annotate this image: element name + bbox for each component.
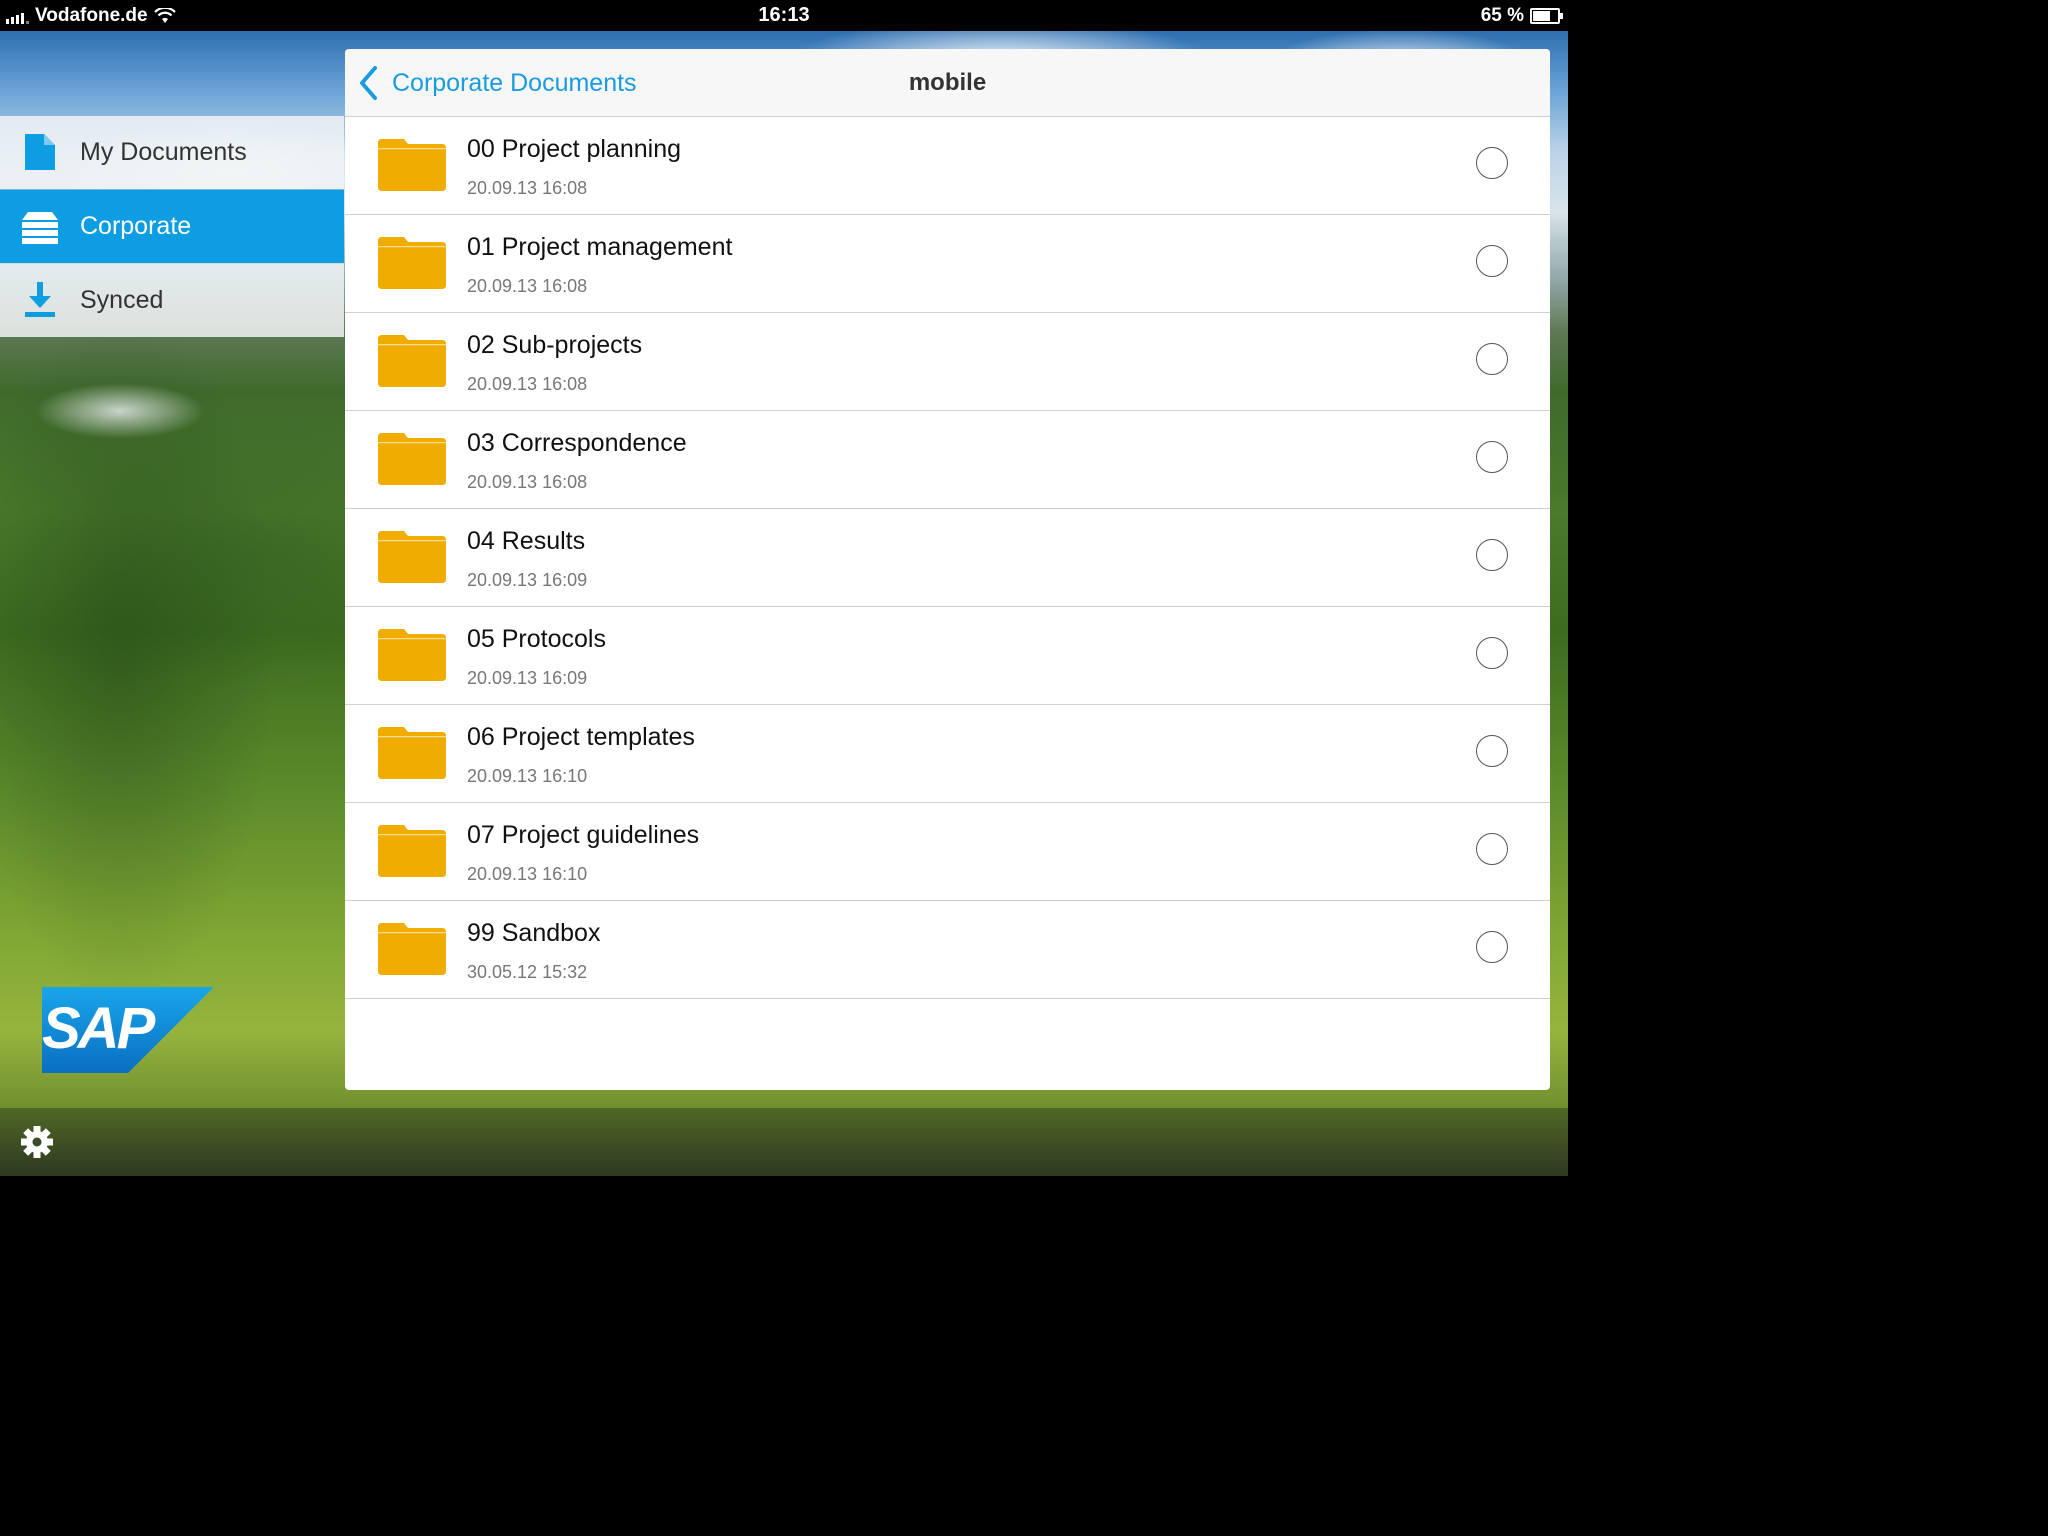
document-icon [25,134,55,170]
folder-name: 01 Project management [467,233,733,261]
folder-name: 03 Correspondence [467,429,687,457]
documents-panel: Corporate Documents mobile 00 Project pl… [345,49,1550,1090]
folder-icon [378,335,446,387]
folder-name: 05 Protocols [467,625,606,653]
battery-icon [1530,8,1563,24]
folder-date: 20.09.13 16:09 [467,570,588,590]
select-radio[interactable] [1476,539,1508,571]
folder-date: 20.09.13 16:10 [467,864,588,884]
sap-logo: SAP [42,987,214,1073]
select-radio[interactable] [1476,637,1508,669]
select-radio[interactable] [1476,735,1508,767]
list-item[interactable]: 07 Project guidelines 20.09.13 16:10 [345,803,1550,901]
folder-icon [378,531,446,583]
sidebar-item-label: Corporate [80,212,192,240]
sidebar-item-label: My Documents [80,138,247,166]
folder-name: 04 Results [467,527,586,555]
folder-list: 00 Project planning 20.09.13 16:08 01 Pr… [345,117,1550,999]
bottom-bar [0,1108,1568,1176]
folder-icon [378,629,446,681]
select-radio[interactable] [1476,343,1508,375]
battery-percent: 65 % [1480,5,1524,26]
gear-icon[interactable] [20,1125,54,1159]
folder-icon [378,139,446,191]
list-item[interactable]: 00 Project planning 20.09.13 16:08 [345,117,1550,215]
folder-icon [378,825,446,877]
folder-name: 99 Sandbox [467,919,601,947]
folder-name: 02 Sub-projects [467,331,643,359]
sidebar-item-label: Synced [80,286,164,314]
folder-date: 20.09.13 16:08 [467,178,588,198]
folder-name: 07 Project guidelines [467,821,700,849]
list-item[interactable]: 01 Project management 20.09.13 16:08 [345,215,1550,313]
folder-date: 20.09.13 16:08 [467,472,588,492]
folder-date: 20.09.13 16:08 [467,276,588,296]
folder-icon [378,923,446,975]
panel-header: Corporate Documents mobile [345,49,1550,117]
sap-logo-text: SAP [42,996,155,1061]
folder-icon [378,433,446,485]
select-radio[interactable] [1476,833,1508,865]
list-item[interactable]: 05 Protocols 20.09.13 16:09 [345,607,1550,705]
folder-icon [378,727,446,779]
download-icon [25,282,55,317]
status-bar: Vodafone.de 16:13 65 % [0,0,1568,31]
select-radio[interactable] [1476,931,1508,963]
folder-name: 00 Project planning [467,135,682,163]
clock: 16:13 [758,4,810,26]
page-title: mobile [908,69,987,96]
list-item[interactable]: 04 Results 20.09.13 16:09 [345,509,1550,607]
folder-date: 20.09.13 16:08 [467,374,588,394]
folder-date: 20.09.13 16:10 [467,766,588,786]
folder-date: 30.05.12 15:32 [467,962,588,982]
select-radio[interactable] [1476,147,1508,179]
folder-icon [378,237,446,289]
server-stack-icon [22,212,58,244]
folder-date: 20.09.13 16:09 [467,668,588,688]
list-item[interactable]: 99 Sandbox 30.05.12 15:32 [345,901,1550,999]
list-item[interactable]: 03 Correspondence 20.09.13 16:08 [345,411,1550,509]
list-item[interactable]: 06 Project templates 20.09.13 16:10 [345,705,1550,803]
select-radio[interactable] [1476,441,1508,473]
folder-name: 06 Project templates [467,723,695,751]
sidebar: My Documents Corporate Synced [0,116,344,337]
sidebar-item-synced[interactable]: Synced [0,263,344,337]
select-radio[interactable] [1476,245,1508,277]
list-item[interactable]: 02 Sub-projects 20.09.13 16:08 [345,313,1550,411]
sidebar-item-corporate[interactable]: Corporate [0,189,344,263]
sidebar-item-my-documents[interactable]: My Documents [0,116,344,189]
